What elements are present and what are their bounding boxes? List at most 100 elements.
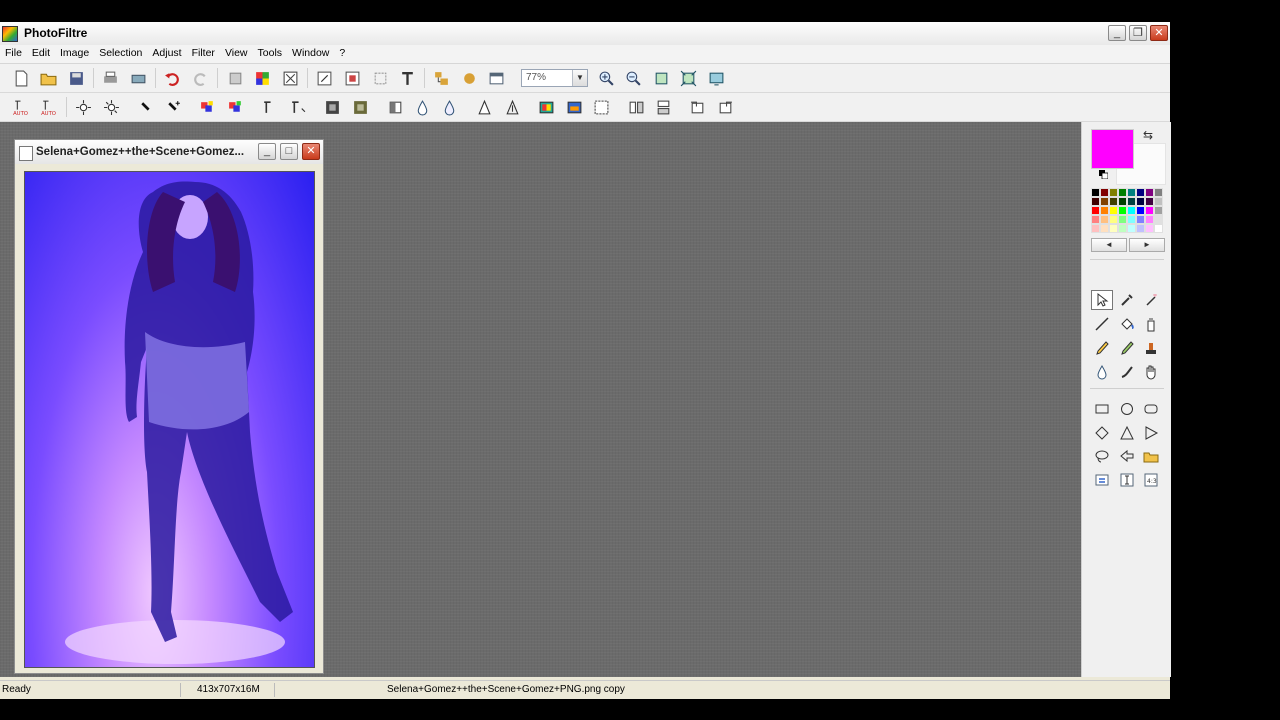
auto-levels-icon[interactable]: AUTO [12,99,29,116]
scan-icon[interactable] [130,70,147,87]
stamp-icon[interactable] [1140,338,1162,358]
palette-swatch[interactable] [1109,197,1118,206]
contrast-down-icon[interactable] [138,99,155,116]
palette-swatch[interactable] [1091,215,1100,224]
sharpen-more-icon[interactable] [504,99,521,116]
document-close-button[interactable]: ✕ [302,143,320,160]
reset-colors-icon[interactable] [1099,170,1108,179]
flip-vertical-icon[interactable] [655,99,672,116]
equal-icon[interactable] [1091,470,1113,490]
texture-icon[interactable] [593,99,610,116]
palette-swatch[interactable] [1145,188,1154,197]
brightness-up-icon[interactable] [103,99,120,116]
explorer-icon[interactable] [433,70,450,87]
palette-swatch[interactable] [1145,197,1154,206]
workspace[interactable]: Selena+Gomez++the+Scene+Gomez... _ □ ✕ [0,122,1081,677]
blur-drop-icon[interactable] [1091,362,1113,382]
triangle-shape-icon[interactable] [1116,423,1138,443]
restore-button[interactable]: ❐ [1129,25,1147,41]
palette-swatch[interactable] [1091,206,1100,215]
palette-swatch[interactable] [1154,197,1163,206]
grayscale-icon[interactable] [324,99,341,116]
load-selection-icon[interactable] [1140,446,1162,466]
polygon-lasso-icon[interactable] [1116,446,1138,466]
rotate-left-icon[interactable] [689,99,706,116]
palette-swatch[interactable] [1136,206,1145,215]
saturation-up-icon[interactable] [227,99,244,116]
blur-icon[interactable] [414,99,431,116]
full-screen-icon[interactable] [708,70,725,87]
palette-swatch[interactable] [1109,188,1118,197]
gradient-icon[interactable] [566,99,583,116]
palette-swatch[interactable] [1100,206,1109,215]
diamond-shape-icon[interactable] [1091,423,1113,443]
new-file-icon[interactable] [13,70,30,87]
palette-swatch[interactable] [1100,224,1109,233]
palette-swatch[interactable] [1136,188,1145,197]
menu-image[interactable]: Image [55,45,94,63]
palette-swatch[interactable] [1109,206,1118,215]
palette-swatch[interactable] [1154,206,1163,215]
palette-swatch[interactable] [1091,188,1100,197]
palette-swatch[interactable] [1136,197,1145,206]
advanced-brush-icon[interactable] [1116,338,1138,358]
palette-swatch[interactable] [1091,197,1100,206]
foreground-color-swatch[interactable] [1091,129,1134,169]
print-icon[interactable] [102,70,119,87]
image-canvas[interactable] [24,171,315,668]
palette-swatch[interactable] [1118,188,1127,197]
palette-swatch[interactable] [1109,224,1118,233]
flip-horizontal-icon[interactable] [628,99,645,116]
gamma-down-icon[interactable] [261,99,278,116]
palette-swatch[interactable] [1154,215,1163,224]
text-icon[interactable] [399,70,416,87]
lasso-icon[interactable] [1091,446,1113,466]
palette-swatch[interactable] [1100,188,1109,197]
sharpen-icon[interactable] [476,99,493,116]
ellipse-shape-icon[interactable] [1116,399,1138,419]
close-button[interactable]: ✕ [1150,25,1168,41]
palette-swatch[interactable] [1127,197,1136,206]
menu-filter[interactable]: Filter [187,45,220,63]
palette-swatch[interactable] [1127,215,1136,224]
image-size-icon[interactable] [316,70,333,87]
palette-swatch[interactable] [1145,215,1154,224]
automation-icon[interactable] [461,70,478,87]
saturation-down-icon[interactable] [199,99,216,116]
ratio-icon[interactable]: 4:3 [1140,470,1162,490]
undo-icon[interactable] [164,70,181,87]
contrast-up-icon[interactable] [165,99,182,116]
chevron-down-icon[interactable]: ▼ [572,70,587,86]
canvas-size-icon[interactable] [344,70,361,87]
palette-swatch[interactable] [1127,206,1136,215]
fit-window-icon[interactable] [680,70,697,87]
transparency-icon[interactable] [282,70,299,87]
rectangle-shape-icon[interactable] [1091,399,1113,419]
rotate-right-icon[interactable] [717,99,734,116]
document-title-bar[interactable]: Selena+Gomez++the+Scene+Gomez... _ □ ✕ [15,140,323,164]
palette-swatch[interactable] [1136,215,1145,224]
palette-swatch[interactable] [1118,215,1127,224]
palette-swatch[interactable] [1127,224,1136,233]
window-icon[interactable] [488,70,505,87]
zoom-select[interactable]: 77% ▼ [521,69,588,87]
sepia-icon[interactable] [352,99,369,116]
redo-icon[interactable] [192,70,209,87]
menu-tools[interactable]: Tools [253,45,288,63]
palette-swatch[interactable] [1118,197,1127,206]
menu-edit[interactable]: Edit [27,45,55,63]
brightness-down-icon[interactable] [75,99,92,116]
crop-icon[interactable] [372,70,389,87]
line-tool-icon[interactable] [1091,314,1113,334]
open-folder-icon[interactable] [40,70,57,87]
brush-icon[interactable] [1091,338,1113,358]
palette-next-button[interactable]: ► [1129,238,1165,252]
menu-file[interactable]: File [0,45,27,63]
zoom-in-icon[interactable] [598,70,615,87]
color-mode-icon[interactable] [254,70,271,87]
palette-swatch[interactable] [1127,188,1136,197]
palette-swatch[interactable] [1154,224,1163,233]
menu-help[interactable]: ? [334,45,350,63]
eyedropper-icon[interactable] [1116,290,1138,310]
gamma-up-icon[interactable] [289,99,306,116]
